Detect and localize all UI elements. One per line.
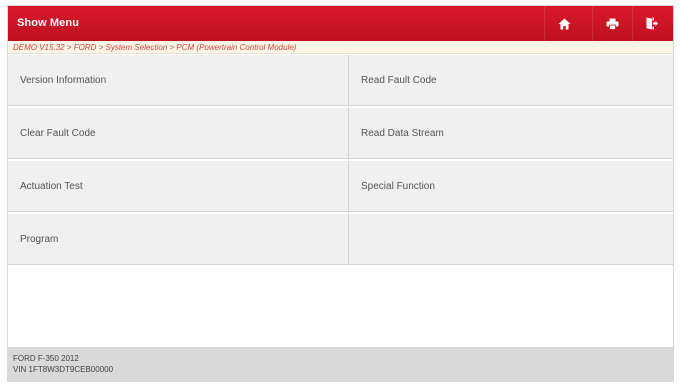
exit-button[interactable]	[632, 6, 671, 41]
vehicle-info-footer: FORD F-350 2012 VIN 1FT8W3DT9CEB00000	[8, 347, 673, 381]
menu-item-label: Clear Fault Code	[20, 127, 96, 139]
menu-item-version-information[interactable]: Version Information	[8, 55, 349, 106]
breadcrumb: DEMO V15.32 > FORD > System Selection > …	[8, 41, 673, 54]
menu-item-empty	[349, 214, 673, 265]
menu-item-label: Program	[20, 233, 59, 245]
menu-item-clear-fault-code[interactable]: Clear Fault Code	[8, 108, 349, 159]
title-bar: Show Menu	[8, 6, 673, 41]
menu-item-label: Version Information	[20, 74, 107, 86]
app-window: Show Menu DEMO V15.32 > FORD > System Se…	[7, 5, 674, 382]
menu-item-read-data-stream[interactable]: Read Data Stream	[349, 108, 673, 159]
vehicle-vin: VIN 1FT8W3DT9CEB00000	[13, 365, 114, 374]
printer-icon	[606, 18, 618, 30]
menu-item-read-fault-code[interactable]: Read Fault Code	[349, 55, 673, 106]
menu-item-program[interactable]: Program	[8, 214, 349, 265]
menu-item-label: Read Fault Code	[361, 74, 437, 86]
exit-icon	[646, 17, 658, 30]
menu-item-actuation-test[interactable]: Actuation Test	[8, 161, 349, 212]
home-button[interactable]	[544, 6, 583, 41]
home-icon	[558, 18, 570, 29]
menu-item-label: Read Data Stream	[361, 127, 444, 139]
page-title: Show Menu	[17, 17, 80, 29]
menu-item-label: Actuation Test	[20, 180, 83, 192]
print-button[interactable]	[592, 6, 631, 41]
menu-item-label: Special Function	[361, 180, 435, 192]
menu-item-special-function[interactable]: Special Function	[349, 161, 673, 212]
vehicle-model: FORD F-350 2012	[13, 354, 79, 363]
